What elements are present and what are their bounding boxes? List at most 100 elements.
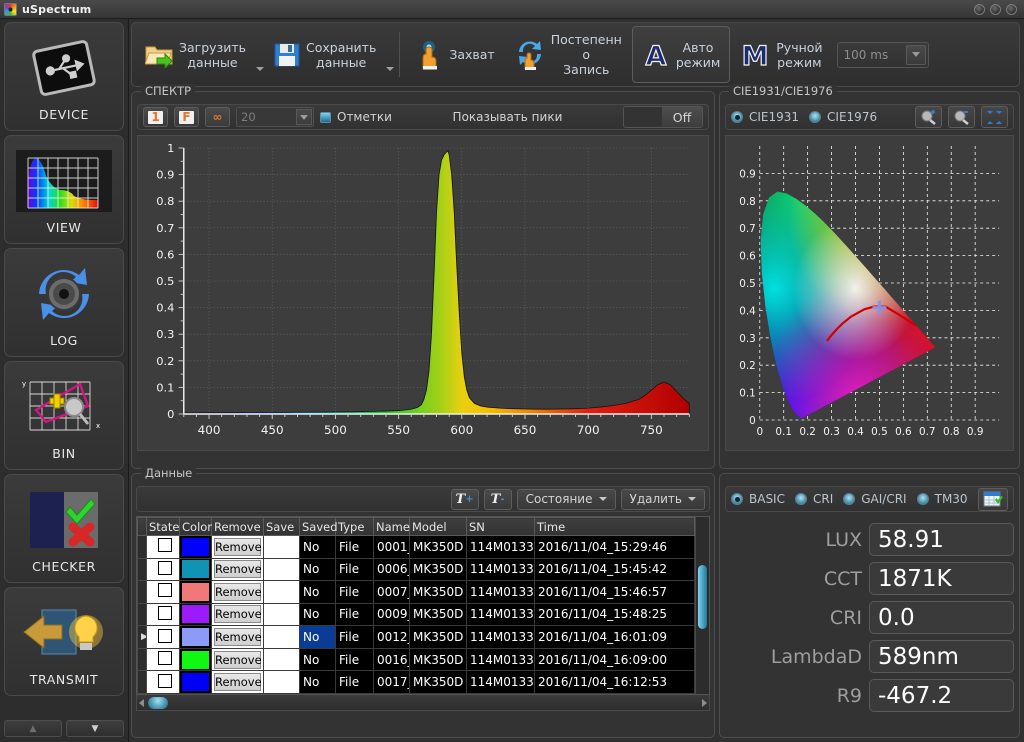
row-name-cell[interactable]: 0006_ — [373, 557, 410, 582]
maximize-button[interactable] — [990, 3, 1001, 15]
col-model[interactable]: Model — [409, 517, 467, 536]
save-data-dropdown-caret[interactable] — [386, 67, 395, 71]
row-remove-button[interactable]: Remove — [211, 535, 264, 559]
row-model-cell[interactable]: MK350D — [409, 602, 467, 627]
row-sn-cell[interactable]: 114M0133 — [466, 580, 535, 604]
row-model-cell[interactable]: MK350D — [409, 580, 467, 604]
row-color-swatch[interactable] — [179, 580, 212, 604]
manual-mode-button[interactable]: M Ручной режим — [730, 26, 832, 83]
exposure-time-combo[interactable]: 100 ms — [836, 41, 929, 68]
row-sn-cell[interactable]: 114M0133 — [466, 625, 535, 649]
cie1976-radio[interactable] — [809, 111, 822, 123]
exposure-time-dropdown-button[interactable] — [905, 44, 926, 65]
spectrum-chart[interactable]: 0 0.1 0.2 0.3 0.4 0.5 0.6 0.7 0.8 0.9 1 400 450 500 55… — [137, 135, 709, 451]
marks-checkbox[interactable] — [320, 111, 331, 123]
row-saved-cell[interactable]: No — [299, 625, 336, 649]
tab-tm30-radio[interactable] — [916, 493, 929, 505]
row-name-cell[interactable]: 0007_ — [373, 580, 410, 604]
col-state[interactable]: State — [146, 517, 180, 536]
row-type-cell[interactable]: File — [335, 670, 374, 694]
sidebar-item-log[interactable]: LOG — [4, 248, 124, 357]
row-time-cell[interactable]: 2016/11/04_15:29:46 — [534, 535, 695, 559]
cie-chromaticity-diagram[interactable]: 0 0.1 0.2 0.3 0.4 0.5 0.6 0.7 0.8 0.9 0 0.1 0.2 0.3 0.… — [725, 135, 1014, 451]
col-sn[interactable]: SN — [466, 517, 535, 536]
gradual-record-button[interactable]: Постепенн о Запись — [505, 26, 632, 83]
capture-button[interactable]: Захват — [405, 26, 504, 83]
table-row[interactable]: Remove NoFile0017_MK350D114M01332016/11/0… — [137, 670, 695, 694]
row-model-cell[interactable]: MK350D — [409, 557, 467, 582]
col-save[interactable]: Save — [263, 517, 300, 536]
row-sn-cell[interactable]: 114M0133 — [466, 647, 535, 672]
row-time-cell[interactable]: 2016/11/04_15:48:25 — [534, 602, 695, 627]
single-shot-button[interactable]: 1 — [143, 107, 168, 127]
row-sn-cell[interactable]: 114M0133 — [466, 557, 535, 582]
row-remove-button[interactable]: Remove — [211, 625, 264, 649]
row-time-cell[interactable]: 2016/11/04_16:12:53 — [534, 670, 695, 694]
sidebar-item-transmit[interactable]: TRANSMIT — [4, 587, 124, 696]
row-model-cell[interactable]: MK350D — [409, 625, 467, 649]
sidebar-scroll-down-button[interactable]: ▼ — [66, 720, 124, 737]
font-decrease-button[interactable]: T- — [483, 488, 512, 510]
row-type-cell[interactable]: File — [335, 602, 374, 627]
row-save-cell[interactable] — [263, 647, 300, 672]
table-row[interactable]: Remove NoFile0001_MK350D114M01332016/11/0… — [137, 535, 695, 559]
tab-cri-radio[interactable] — [794, 493, 807, 505]
auto-mode-button[interactable]: A Авто режим — [631, 26, 731, 83]
row-state-checkbox[interactable] — [146, 535, 180, 559]
table-vertical-scrollbar[interactable] — [695, 517, 709, 694]
row-color-swatch[interactable] — [179, 602, 212, 627]
row-save-cell[interactable] — [263, 625, 300, 649]
row-state-checkbox[interactable] — [146, 625, 180, 649]
average-count-input[interactable]: 20 — [236, 107, 314, 127]
row-state-checkbox[interactable] — [146, 670, 180, 694]
row-model-cell[interactable]: MK350D — [409, 535, 467, 559]
row-type-cell[interactable]: File — [335, 535, 374, 559]
row-name-cell[interactable]: 0017_ — [373, 670, 410, 694]
tab-gaicri-radio[interactable] — [843, 493, 856, 505]
tab-basic-radio[interactable] — [731, 493, 743, 505]
row-remove-button[interactable]: Remove — [211, 602, 264, 627]
font-increase-button[interactable]: T + — [450, 488, 479, 510]
row-color-swatch[interactable] — [179, 625, 212, 649]
zoom-in-icon[interactable] — [915, 106, 942, 128]
scroll-right-arrow-icon[interactable] — [702, 698, 707, 707]
row-color-swatch[interactable] — [179, 557, 212, 582]
row-state-checkbox[interactable] — [146, 647, 180, 672]
row-remove-button[interactable]: Remove — [211, 647, 264, 672]
row-state-checkbox[interactable] — [146, 557, 180, 582]
state-dropdown-button[interactable]: Состояние — [516, 488, 616, 510]
minimize-button[interactable] — [974, 3, 985, 15]
row-remove-button[interactable]: Remove — [211, 580, 264, 604]
export-spreadsheet-icon[interactable] — [978, 487, 1008, 511]
row-state-checkbox[interactable] — [146, 602, 180, 627]
load-data-dropdown-caret[interactable] — [256, 67, 264, 71]
table-row[interactable]: Remove NoFile0007_MK350D114M01332016/11/0… — [137, 580, 695, 604]
close-button[interactable] — [1006, 3, 1017, 15]
cie1931-radio[interactable] — [731, 111, 743, 123]
row-sn-cell[interactable]: 114M0133 — [466, 535, 535, 559]
row-saved-cell[interactable]: No — [299, 535, 336, 559]
row-save-cell[interactable] — [263, 535, 300, 559]
row-name-cell[interactable]: 0009_ — [373, 602, 410, 627]
table-row[interactable]: Remove NoFile0009_MK350D114M01332016/11/0… — [137, 602, 695, 627]
row-type-cell[interactable]: File — [335, 580, 374, 604]
col-name[interactable]: Name — [373, 517, 410, 536]
row-name-cell[interactable]: 0016_ — [373, 647, 410, 672]
col-time[interactable]: Time — [534, 517, 695, 536]
row-time-cell[interactable]: 2016/11/04_15:46:57 — [534, 580, 695, 604]
fit-to-screen-icon[interactable] — [981, 106, 1008, 128]
row-model-cell[interactable]: MK350D — [409, 647, 467, 672]
table-row[interactable]: Remove NoFile0006_MK350D114M01332016/11/0… — [137, 557, 695, 582]
show-peaks-toggle[interactable]: Off — [623, 106, 703, 128]
zoom-out-icon[interactable] — [948, 106, 975, 128]
col-saved[interactable]: Saved — [299, 517, 338, 536]
row-name-cell[interactable]: 0012_ — [373, 625, 410, 649]
row-state-checkbox[interactable] — [146, 580, 180, 604]
row-remove-button[interactable]: Remove — [211, 557, 264, 582]
row-saved-cell[interactable]: No — [299, 557, 336, 582]
row-color-swatch[interactable] — [179, 670, 212, 694]
row-sn-cell[interactable]: 114M0133 — [466, 670, 535, 694]
sidebar-item-view[interactable]: VIEW — [4, 135, 124, 244]
row-save-cell[interactable] — [263, 557, 300, 582]
row-type-cell[interactable]: File — [335, 625, 374, 649]
